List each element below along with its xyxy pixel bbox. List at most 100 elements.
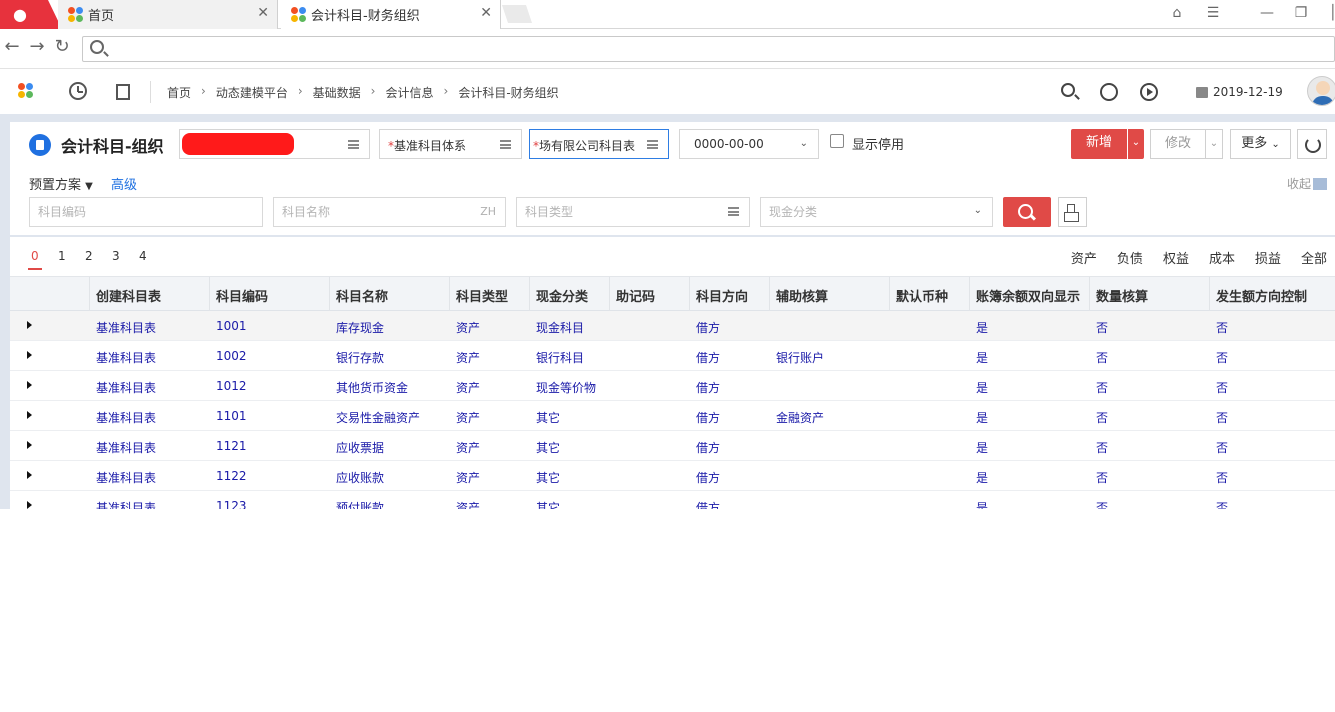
tab-profit-loss[interactable]: 损益 bbox=[1255, 248, 1281, 267]
play-icon[interactable] bbox=[1140, 83, 1158, 101]
reload-icon[interactable]: ↻ bbox=[52, 38, 72, 58]
column-header[interactable]: 科目类型 bbox=[456, 286, 508, 305]
expand-row-icon[interactable] bbox=[27, 351, 32, 359]
message-icon[interactable] bbox=[1100, 83, 1118, 101]
breadcrumb-item[interactable]: 会计科目-财务组织 bbox=[458, 84, 558, 101]
tab-level-2[interactable]: 2 bbox=[82, 249, 109, 263]
edit-button[interactable]: 修改 bbox=[1150, 129, 1206, 159]
expand-row-icon[interactable] bbox=[27, 381, 32, 389]
column-header[interactable]: 账簿余额双向显示 bbox=[976, 286, 1080, 305]
forward-icon[interactable]: → bbox=[27, 38, 47, 58]
language-indicator[interactable]: ZH bbox=[480, 205, 496, 218]
column-separator[interactable] bbox=[1089, 277, 1090, 312]
tab-equity[interactable]: 权益 bbox=[1163, 248, 1189, 267]
tab-accounts[interactable]: 会计科目-财务组织 ✕ bbox=[281, 0, 501, 29]
avatar[interactable] bbox=[1307, 76, 1335, 106]
column-separator[interactable] bbox=[689, 277, 690, 312]
column-header[interactable]: 辅助核算 bbox=[776, 286, 828, 305]
search-icon[interactable] bbox=[1061, 83, 1075, 97]
column-header[interactable]: 科目名称 bbox=[336, 286, 388, 305]
search-button[interactable] bbox=[1003, 197, 1051, 227]
url-input[interactable] bbox=[82, 36, 1335, 62]
back-icon[interactable]: ← bbox=[2, 38, 22, 58]
org-field[interactable] bbox=[179, 129, 370, 159]
tab-asset[interactable]: 资产 bbox=[1071, 248, 1097, 267]
collapse-icon[interactable]: ⌂ bbox=[1162, 0, 1192, 29]
app-logo-icon[interactable] bbox=[18, 83, 36, 101]
column-separator[interactable] bbox=[769, 277, 770, 312]
tab-cost[interactable]: 成本 bbox=[1209, 248, 1235, 267]
show-disabled-checkbox[interactable] bbox=[830, 134, 844, 148]
column-separator[interactable] bbox=[889, 277, 890, 312]
refresh-icon[interactable] bbox=[1297, 129, 1327, 159]
list-icon[interactable] bbox=[647, 140, 658, 149]
collapse-button[interactable]: 收起 bbox=[1287, 175, 1328, 192]
breadcrumb-item[interactable]: 首页 bbox=[167, 84, 191, 101]
column-separator[interactable] bbox=[969, 277, 970, 312]
expand-row-icon[interactable] bbox=[27, 411, 32, 419]
new-dropdown-button[interactable]: ⌄ bbox=[1128, 129, 1144, 159]
clear-filter-button[interactable] bbox=[1058, 197, 1087, 227]
tab-level-4[interactable]: 4 bbox=[136, 249, 163, 263]
column-separator[interactable] bbox=[529, 277, 530, 312]
new-button[interactable]: 新增 bbox=[1071, 129, 1127, 159]
account-table-field[interactable]: *场有限公司科目表 bbox=[529, 129, 669, 159]
expand-row-icon[interactable] bbox=[27, 471, 32, 479]
browser-logo[interactable]: ● bbox=[0, 0, 62, 29]
minimize-icon[interactable]: — bbox=[1252, 0, 1282, 29]
table-row[interactable]: 基准科目表 1001 库存现金 资产 现金科目 借方 是 否 否 bbox=[10, 311, 1335, 341]
expand-row-icon[interactable] bbox=[27, 441, 32, 449]
tab-level-1[interactable]: 1 bbox=[55, 249, 82, 263]
column-header[interactable]: 发生额方向控制 bbox=[1216, 286, 1307, 305]
table-row[interactable]: 基准科目表 1122 应收账款 资产 其它 借方 是 否 否 bbox=[10, 461, 1335, 491]
edit-dropdown-button[interactable]: ⌄ bbox=[1205, 129, 1223, 159]
table-row[interactable]: 基准科目表 1101 交易性金融资产 资产 其它 借方 金融资产 是 否 否 bbox=[10, 401, 1335, 431]
advanced-link[interactable]: 高级 bbox=[111, 174, 137, 193]
account-system-field[interactable]: *基准科目体系 bbox=[379, 129, 522, 159]
column-header[interactable]: 数量核算 bbox=[1096, 286, 1148, 305]
column-separator[interactable] bbox=[329, 277, 330, 312]
tab-level-3[interactable]: 3 bbox=[109, 249, 136, 263]
account-type-input[interactable] bbox=[516, 197, 750, 227]
column-separator[interactable] bbox=[609, 277, 610, 312]
cash-category-select[interactable]: ⌄ bbox=[760, 197, 993, 227]
table-row[interactable]: 基准科目表 1123 预付账款 资产 其它 借方 是 否 否 bbox=[10, 491, 1335, 509]
column-separator[interactable] bbox=[449, 277, 450, 312]
tab-level-0[interactable]: 0 bbox=[28, 249, 55, 270]
breadcrumb-item[interactable]: 基础数据 bbox=[313, 84, 361, 101]
cash-category-field[interactable] bbox=[769, 205, 949, 219]
account-code-input[interactable] bbox=[29, 197, 263, 227]
history-icon[interactable] bbox=[69, 82, 87, 100]
column-header[interactable]: 科目编码 bbox=[216, 286, 268, 305]
column-header[interactable]: 现金分类 bbox=[536, 286, 588, 305]
account-type-field[interactable] bbox=[525, 205, 705, 219]
date-select[interactable]: 0000-00-00 ⌄ bbox=[679, 129, 819, 159]
close-icon[interactable]: ✕ bbox=[257, 5, 269, 21]
column-separator[interactable] bbox=[209, 277, 210, 312]
table-row[interactable]: 基准科目表 1121 应收票据 资产 其它 借方 是 否 否 bbox=[10, 431, 1335, 461]
account-code-field[interactable] bbox=[38, 205, 218, 219]
tab-home[interactable]: 首页 ✕ bbox=[58, 0, 278, 29]
column-separator[interactable] bbox=[1209, 277, 1210, 312]
column-header[interactable]: 默认币种 bbox=[896, 286, 948, 305]
column-header[interactable]: 助记码 bbox=[616, 286, 655, 305]
list-icon[interactable] bbox=[500, 140, 511, 149]
column-header[interactable]: 科目方向 bbox=[696, 286, 748, 305]
column-separator[interactable] bbox=[89, 277, 90, 312]
new-tab-button[interactable] bbox=[502, 5, 532, 23]
list-icon[interactable] bbox=[348, 140, 359, 149]
menu-icon[interactable]: ☰ bbox=[1198, 0, 1228, 29]
breadcrumb-item[interactable]: 会计信息 bbox=[385, 84, 433, 101]
organization-icon[interactable] bbox=[116, 84, 130, 100]
tab-liability[interactable]: 负债 bbox=[1117, 248, 1143, 267]
account-name-field[interactable] bbox=[282, 205, 462, 219]
table-row[interactable]: 基准科目表 1002 银行存款 资产 银行科目 借方 银行账户 是 否 否 bbox=[10, 341, 1335, 371]
tab-all[interactable]: 全部 bbox=[1301, 248, 1327, 267]
restore-icon[interactable]: ❐ bbox=[1286, 0, 1316, 29]
expand-row-icon[interactable] bbox=[27, 501, 32, 509]
expand-row-icon[interactable] bbox=[27, 321, 32, 329]
window-close-icon[interactable]: │ bbox=[1318, 0, 1335, 29]
account-name-input[interactable]: ZH bbox=[273, 197, 506, 227]
list-button[interactable] bbox=[725, 198, 749, 226]
more-button[interactable]: 更多 ⌄ bbox=[1230, 129, 1291, 159]
